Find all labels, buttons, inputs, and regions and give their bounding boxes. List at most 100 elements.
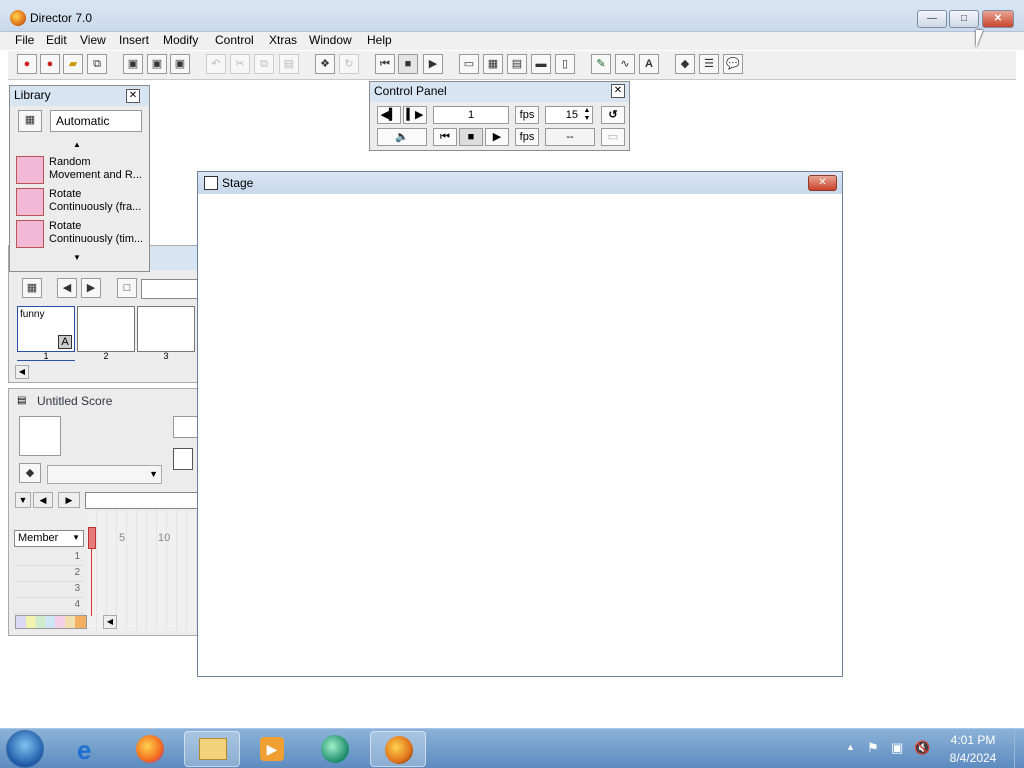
- menu-control[interactable]: Control: [215, 32, 254, 50]
- channel-row[interactable]: 4: [14, 598, 84, 614]
- show-desktop-button[interactable]: [1014, 729, 1024, 768]
- clock-date[interactable]: 8/4/2024: [940, 751, 1006, 765]
- undo-icon[interactable]: ↶: [206, 54, 226, 74]
- menu-modify[interactable]: Modify: [163, 32, 198, 50]
- control-panel-close-icon[interactable]: ✕: [611, 84, 625, 98]
- score-display-dropdown[interactable]: Member ▼: [14, 530, 84, 547]
- score-grid[interactable]: [87, 511, 199, 631]
- score-behavior-icon[interactable]: ◆: [19, 463, 41, 483]
- open-folder-icon[interactable]: ▰: [63, 54, 83, 74]
- save-all-icon[interactable]: ▣: [147, 54, 167, 74]
- network-icon[interactable]: ▣: [891, 740, 903, 756]
- save-and-compact-icon[interactable]: ▣: [170, 54, 190, 74]
- property-inspector-icon[interactable]: ▬: [531, 54, 551, 74]
- score-prev-marker-icon[interactable]: ◀: [33, 492, 53, 508]
- taskbar-media-player[interactable]: ▶: [244, 731, 300, 767]
- save-icon[interactable]: ▣: [123, 54, 143, 74]
- stage-close-button[interactable]: ✕: [808, 175, 837, 191]
- text-window-icon[interactable]: A: [639, 54, 659, 74]
- library-item-rotate-frames[interactable]: Rotate Continuously (fra...: [14, 186, 144, 218]
- cast-prev-icon[interactable]: ◀: [57, 278, 77, 298]
- score-window-icon[interactable]: ▤: [507, 54, 527, 74]
- library-category-button[interactable]: Automatic: [50, 110, 142, 132]
- library-scroll-down-icon[interactable]: ▼: [73, 253, 81, 262]
- cast-next-icon[interactable]: ▶: [81, 278, 101, 298]
- stage-canvas[interactable]: [198, 194, 842, 676]
- tempo-stepper[interactable]: ▲ ▼: [582, 107, 592, 123]
- taskbar-firefox[interactable]: [122, 731, 178, 767]
- cast-scroll-left-icon[interactable]: ◀: [15, 365, 29, 379]
- paint-window-icon[interactable]: ✎: [591, 54, 611, 74]
- menu-insert[interactable]: Insert: [119, 32, 149, 50]
- taskbar-app[interactable]: [307, 731, 363, 767]
- taskbar-internet-explorer[interactable]: e: [63, 731, 119, 767]
- message-window-icon[interactable]: 💬: [723, 54, 743, 74]
- cast-thumb-2[interactable]: [77, 306, 135, 352]
- score-scroll-left-icon[interactable]: ◀: [103, 615, 117, 629]
- library-item-rotate-time[interactable]: Rotate Continuously (tim...: [14, 218, 144, 250]
- find-cast-member-icon[interactable]: ❖: [315, 54, 335, 74]
- play-icon[interactable]: ▶: [485, 128, 509, 146]
- score-behavior-dropdown[interactable]: ▼: [47, 465, 162, 484]
- stop-icon[interactable]: ■: [398, 54, 418, 74]
- step-backward-icon[interactable]: ◀▍: [377, 106, 401, 124]
- cast-name-field[interactable]: [141, 279, 199, 299]
- loop-icon[interactable]: ↺: [601, 106, 625, 124]
- cast-window-icon[interactable]: ▦: [483, 54, 503, 74]
- show-hidden-icons-icon[interactable]: ▲: [846, 742, 855, 752]
- channel-row[interactable]: 3: [14, 582, 84, 598]
- import-icon[interactable]: ⧉: [87, 54, 107, 74]
- library-item-random-movement[interactable]: Random Movement and R...: [14, 154, 144, 186]
- library-list-icon[interactable]: ▦: [18, 110, 42, 132]
- script-window-icon[interactable]: ☰: [699, 54, 719, 74]
- score-color-chips[interactable]: [15, 615, 87, 629]
- menu-window[interactable]: Window: [309, 32, 352, 50]
- actual-tempo-mode-button[interactable]: fps: [515, 128, 539, 146]
- volume-icon[interactable]: 🔈: [377, 128, 427, 146]
- stage-window-icon[interactable]: ▭: [459, 54, 479, 74]
- new-cast-icon[interactable]: ●: [40, 54, 60, 74]
- exchange-cast-members-icon[interactable]: ↻: [339, 54, 359, 74]
- new-movie-icon[interactable]: ●: [17, 54, 37, 74]
- library-scroll-up-icon[interactable]: ▲: [73, 140, 81, 149]
- maximize-button[interactable]: □: [949, 10, 979, 28]
- volume-muted-icon[interactable]: 🔇: [914, 740, 930, 756]
- action-center-flag-icon[interactable]: ⚑: [867, 740, 879, 756]
- rewind-icon[interactable]: ⏮: [375, 54, 395, 74]
- score-marker-field[interactable]: [85, 492, 200, 509]
- selected-frames-icon[interactable]: ▭: [601, 128, 625, 146]
- menu-help[interactable]: Help: [367, 32, 392, 50]
- score-next-marker-icon[interactable]: ▶: [58, 492, 80, 508]
- library-close-icon[interactable]: ✕: [126, 89, 140, 103]
- start-button[interactable]: [6, 730, 44, 768]
- channel-row[interactable]: 1: [14, 550, 84, 566]
- behavior-inspector-icon[interactable]: ◆: [675, 54, 695, 74]
- clock-time[interactable]: 4:01 PM: [940, 733, 1006, 747]
- paste-icon[interactable]: ▤: [279, 54, 299, 74]
- menu-edit[interactable]: Edit: [46, 32, 67, 50]
- cast-thumb-1[interactable]: funny A: [17, 306, 75, 352]
- step-forward-icon[interactable]: ▍▶: [403, 106, 427, 124]
- rewind-icon[interactable]: ⏮: [433, 128, 457, 146]
- tempo-mode-button[interactable]: fps: [515, 106, 539, 124]
- menu-xtras[interactable]: Xtras: [269, 32, 297, 50]
- taskbar-file-explorer[interactable]: [184, 731, 240, 767]
- score-marker-icon[interactable]: ▼: [15, 492, 31, 508]
- menu-file[interactable]: File: [15, 32, 34, 50]
- text-inspector-icon[interactable]: ▯: [555, 54, 575, 74]
- frame-counter[interactable]: 1: [433, 106, 509, 124]
- channel-row[interactable]: 2: [14, 566, 84, 582]
- vector-shape-icon[interactable]: ∿: [615, 54, 635, 74]
- taskbar-director[interactable]: [370, 731, 426, 767]
- cast-member-properties-icon[interactable]: □: [117, 278, 137, 298]
- cast-thumb-3[interactable]: [137, 306, 195, 352]
- copy-icon[interactable]: ⧉: [254, 54, 274, 74]
- stop-icon[interactable]: ■: [459, 128, 483, 146]
- cut-icon[interactable]: ✂: [230, 54, 250, 74]
- cast-view-style-icon[interactable]: ▦: [22, 278, 42, 298]
- playhead[interactable]: [88, 527, 96, 549]
- close-button[interactable]: ✕: [982, 10, 1014, 28]
- minimize-button[interactable]: —: [917, 10, 947, 28]
- menu-view[interactable]: View: [80, 32, 106, 50]
- play-icon[interactable]: ▶: [423, 54, 443, 74]
